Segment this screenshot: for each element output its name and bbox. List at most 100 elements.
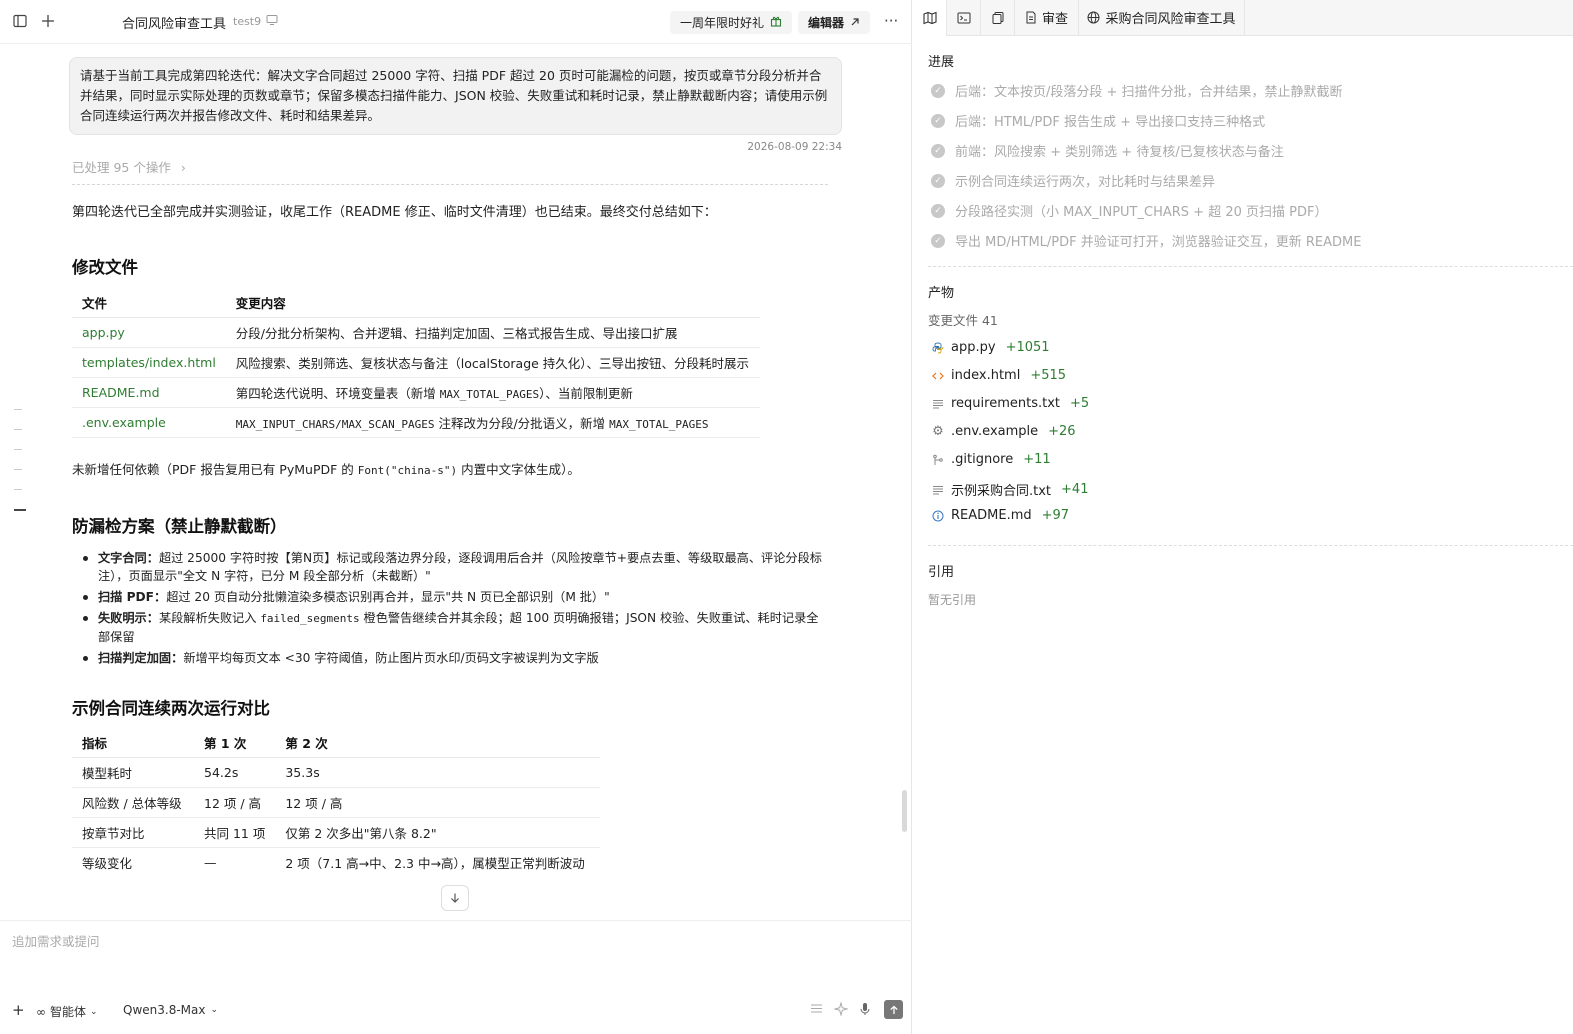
file-link[interactable]: templates/index.html (72, 347, 226, 378)
tab-label: 审查 (1041, 12, 1068, 27)
promo-button[interactable]: 一周年限时好礼 (670, 11, 793, 34)
table-row: 按章节对比 共同 11 项 仅第 2 次多出"第八条 8.2" (72, 817, 600, 848)
lines-added: +26 (1048, 424, 1076, 439)
table-header: 第 2 次 (275, 729, 600, 758)
file-link[interactable]: .env.example (72, 407, 226, 438)
modified-files-table: 文件 变更内容 app.py 分段/分批分析架构、合并逻辑、扫描判定加固、三格式… (72, 289, 760, 438)
new-chat-icon[interactable] (37, 10, 59, 32)
table-row: 等级变化 — 2 项（7.1 高→中、2.3 中→高），属模型正常判断波动 (72, 847, 600, 874)
attach-plus-icon[interactable]: + (12, 1001, 25, 1019)
outline-mark[interactable] (14, 429, 22, 430)
outline-mark[interactable] (14, 409, 22, 410)
user-message: 请基于当前工具完成第四轮迭代：解决文字合同超过 25000 字符、扫描 PDF … (69, 57, 842, 135)
monitor-icon[interactable] (266, 14, 280, 28)
artifact-file[interactable]: index.html +515 (931, 368, 1066, 383)
editor-button[interactable]: 编辑器 (798, 11, 871, 34)
file-link[interactable]: app.py (72, 317, 226, 348)
chevron-right-icon: › (180, 160, 186, 175)
check-icon: ✓ (931, 113, 945, 128)
sparkle-icon[interactable] (833, 1001, 850, 1018)
check-icon: ✓ (931, 143, 945, 158)
check-icon: ✓ (931, 203, 945, 218)
panel-tabs: 审查 采购合同风险审查工具 (913, 0, 1573, 36)
message-input[interactable]: 追加需求或提问 (12, 931, 100, 950)
no-deps-note: 未新增任何依赖（PDF 报告复用已有 PyMuPDF 的 Font("china… (72, 459, 580, 478)
promo-label: 一周年限时好礼 (680, 16, 765, 30)
message-timestamp: 2026-08-09 22:34 (747, 141, 842, 153)
list-icon[interactable] (810, 1002, 826, 1018)
editor-label: 编辑器 (808, 16, 845, 30)
processed-operations-toggle[interactable]: 已处理 95 个操作 › (72, 157, 186, 176)
outline-gutter[interactable] (14, 409, 26, 530)
table-row: README.md 第四轮迭代说明、环境变量表（新增 MAX_TOTAL_PAG… (72, 377, 760, 408)
table-header-row: 指标 第 1 次 第 2 次 (72, 729, 600, 758)
progress-item: ✓ 分段路径实测（小 MAX_INPUT_CHARS + 超 20 页扫描 PDF… (931, 201, 1327, 220)
tab-terminal[interactable] (947, 0, 981, 36)
agent-label: 智能体 (50, 1005, 87, 1019)
send-button[interactable] (884, 1000, 903, 1019)
file-name: .gitignore (951, 452, 1014, 467)
file-name: 示例采购合同.txt (951, 484, 1052, 499)
scroll-to-bottom-button[interactable] (441, 885, 469, 911)
divider (928, 545, 1573, 546)
tab-procurement-tool[interactable]: 采购合同风险审查工具 (1079, 0, 1245, 36)
artifact-file[interactable]: app.py +1051 (931, 340, 1050, 355)
agent-selector[interactable]: ∞ 智能体 ⌄ (36, 1003, 98, 1020)
chevron-down-icon: ⌄ (210, 1005, 219, 1015)
more-options-icon[interactable]: ··· (884, 12, 898, 30)
lines-added: +5 (1070, 396, 1090, 411)
artifact-file[interactable]: 示例采购合同.txt +41 (931, 480, 1088, 499)
file-link[interactable]: README.md (72, 377, 226, 408)
top-bar: 合同风险审查工具 test9 一周年限时好礼 编辑器 ··· (0, 0, 912, 44)
terminal-icon (957, 12, 970, 23)
table-row: templates/index.html 风险搜索、类别筛选、复核状态与备注（l… (72, 347, 760, 378)
env-var-code: MAX_TOTAL_PAGES (609, 417, 709, 431)
failed-segments-code: failed_segments (260, 612, 360, 625)
progress-item: ✓ 导出 MD/HTML/PDF 并验证可打开，浏览器验证交互，更新 README (931, 231, 1361, 250)
progress-text: 分段路径实测（小 MAX_INPUT_CHARS + 超 20 页扫描 PDF） (955, 205, 1328, 220)
table-cell: 54.2s (194, 757, 276, 788)
file-name: README.md (951, 508, 1032, 523)
item-label: 失败明示： (98, 611, 159, 625)
artifact-file[interactable]: README.md +97 (931, 508, 1069, 523)
artifact-file[interactable]: .gitignore +11 (931, 452, 1051, 467)
model-selector[interactable]: Qwen3.8-Max ⌄ (123, 1003, 218, 1017)
lines-added: +1051 (1005, 340, 1050, 355)
plan-heading: 防漏检方案（禁止静默截断） (72, 517, 287, 536)
arrow-up-icon (889, 1005, 898, 1014)
arrow-down-icon (451, 893, 459, 903)
table-cell: 共同 11 项 (194, 817, 276, 848)
check-icon: ✓ (931, 173, 945, 188)
divider (72, 184, 828, 185)
table-cell: 2 项（7.1 高→中、2.3 中→高），属模型正常判断波动 (275, 847, 600, 874)
item-label: 扫描 PDF： (98, 590, 167, 604)
progress-text: 示例合同连续运行两次，对比耗时与结果差异 (955, 175, 1216, 190)
outline-mark[interactable] (14, 449, 22, 450)
microphone-icon[interactable] (859, 1002, 875, 1018)
sidebar-toggle-icon[interactable] (9, 10, 31, 32)
artifact-file[interactable]: requirements.txt +5 (931, 396, 1089, 411)
outline-mark-active[interactable] (14, 509, 26, 511)
scrollbar-thumb[interactable] (902, 790, 907, 832)
tab-review[interactable]: 审查 (1015, 0, 1079, 36)
processed-label: 已处理 95 个操作 (72, 160, 171, 175)
composer[interactable]: 追加需求或提问 + ∞ 智能体 ⌄ Qwen3.8-Max ⌄ (0, 920, 912, 1034)
table-cell: 仅第 2 次多出"第八条 8.2" (275, 817, 600, 848)
artifact-file[interactable]: ⚙ .env.example +26 (931, 424, 1076, 439)
check-icon: ✓ (931, 233, 945, 248)
chat-scroll-area[interactable]: 请基于当前工具完成第四轮迭代：解决文字合同超过 25000 字符、扫描 PDF … (0, 44, 902, 874)
font-code: Font("china-s") (357, 464, 458, 477)
progress-item: ✓ 前端：风险搜索 + 类别筛选 + 待复核/已复核状态与备注 (931, 141, 1284, 160)
outline-mark[interactable] (14, 489, 22, 490)
python-icon (931, 341, 945, 355)
divider (928, 266, 1573, 267)
outline-mark[interactable] (14, 469, 22, 470)
copy-icon (992, 11, 1003, 24)
change-desc: 风险搜索、类别筛选、复核状态与备注（localStorage 持久化）、三导出按… (225, 347, 760, 378)
tab-copy[interactable] (981, 0, 1015, 36)
table-cell: 等级变化 (72, 847, 194, 874)
code-icon (931, 369, 945, 383)
model-label: Qwen3.8-Max (123, 1003, 206, 1017)
tab-map[interactable] (913, 0, 947, 36)
lines-added: +11 (1023, 452, 1051, 467)
